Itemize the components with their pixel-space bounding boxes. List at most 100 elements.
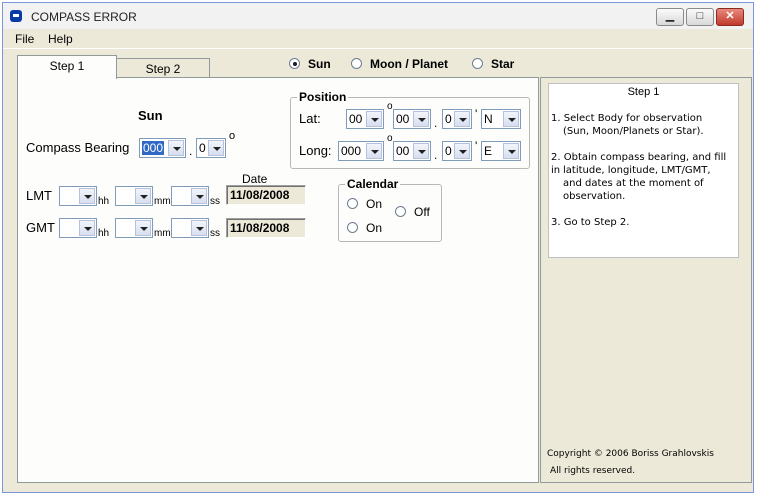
long-hemisphere-select[interactable]: E	[481, 141, 521, 161]
calendar-lmt-on-radio[interactable]: On	[347, 197, 382, 211]
window-title: COMPASS ERROR	[31, 10, 137, 24]
chevron-down-icon	[208, 140, 224, 156]
calendar-lmt-on-dot	[347, 198, 358, 209]
long-label: Long:	[299, 143, 332, 158]
chevron-down-icon	[191, 188, 207, 204]
rights-text: All rights reserved.	[550, 466, 636, 476]
close-button[interactable]: ✕	[716, 8, 744, 26]
calendar-off-radio[interactable]: Off	[395, 205, 430, 219]
long-minutes-value: 00	[396, 144, 410, 158]
radio-sun-dot	[289, 58, 300, 69]
lmt-hh-unit: hh	[98, 196, 110, 207]
lmt-hours-select[interactable]	[59, 186, 97, 206]
gmt-seconds-select[interactable]	[171, 218, 209, 238]
step1-panel: Sun Compass Bearing 000 . 0 o Position L…	[17, 77, 539, 483]
chevron-down-icon	[366, 143, 382, 159]
long-hemisphere-value: E	[484, 144, 493, 158]
radio-star-label: Star	[491, 57, 515, 71]
lmt-date-field[interactable]: 11/08/2008	[226, 185, 306, 205]
lat-minutes-value: 00	[396, 112, 410, 126]
calendar-off-dot	[395, 206, 406, 217]
radio-sun[interactable]: Sun	[289, 57, 331, 71]
lmt-ss-unit: ss	[210, 196, 220, 207]
long-minutes-select[interactable]: 00	[393, 141, 431, 161]
calendar-group-title: Calendar	[345, 177, 401, 191]
compass-tenths-select[interactable]: 0	[196, 138, 226, 158]
chevron-down-icon	[79, 220, 95, 236]
chevron-down-icon	[191, 220, 207, 236]
help-item-2-line4: observation.	[563, 191, 626, 202]
menu-file[interactable]: File	[15, 32, 34, 46]
long-degrees-select[interactable]: 000	[338, 141, 384, 161]
app-window: COMPASS ERROR ▁ □ ✕ File Help Step 1 Ste…	[2, 2, 754, 493]
lmt-label: LMT	[26, 188, 52, 203]
minimize-button[interactable]: ▁	[656, 8, 684, 26]
gmt-minutes-select[interactable]	[115, 218, 153, 238]
gmt-date-field[interactable]: 11/08/2008	[226, 218, 306, 238]
long-separator: .	[434, 148, 438, 162]
maximize-button[interactable]: □	[686, 8, 714, 26]
long-minute-symbol: '	[475, 139, 478, 153]
chevron-down-icon	[503, 111, 519, 127]
radio-moon-dot	[351, 58, 362, 69]
calendar-gmt-on-radio[interactable]: On	[347, 221, 382, 235]
radio-star-dot	[472, 58, 483, 69]
radio-moon-planet[interactable]: Moon / Planet	[351, 57, 448, 71]
radio-sun-label: Sun	[308, 57, 331, 71]
lat-minute-symbol: '	[475, 107, 478, 121]
long-degrees-value: 000	[341, 144, 362, 158]
lmt-seconds-select[interactable]	[171, 186, 209, 206]
lmt-mm-unit: mm	[154, 196, 171, 207]
calendar-off-label: Off	[414, 205, 430, 219]
compass-app-icon	[10, 10, 22, 22]
compass-degrees-select[interactable]: 000	[139, 138, 186, 158]
calendar-gmt-on-dot	[347, 222, 358, 233]
chevron-down-icon	[413, 143, 429, 159]
calendar-group: Calendar On Off On	[338, 177, 442, 242]
lat-hemisphere-select[interactable]: N	[481, 109, 521, 129]
long-degree-symbol: o	[387, 133, 393, 144]
compass-degrees-value: 000	[142, 141, 165, 155]
help-item-2-line3: and dates at the moment of	[563, 178, 704, 189]
compass-bearing-label: Compass Bearing	[26, 140, 130, 155]
lat-label: Lat:	[299, 111, 321, 126]
long-tenths-select[interactable]: 0	[442, 141, 472, 161]
copyright-text: Copyright © 2006 Boriss Grahlovskis	[547, 449, 714, 459]
compass-separator: .	[189, 144, 193, 158]
radio-moon-label: Moon / Planet	[370, 57, 448, 71]
lat-minutes-select[interactable]: 00	[393, 109, 431, 129]
date-header: Date	[242, 172, 268, 186]
help-title: Step 1	[627, 86, 660, 98]
lat-hemisphere-value: N	[484, 112, 493, 126]
lmt-minutes-select[interactable]	[115, 186, 153, 206]
long-tenths-value: 0	[445, 144, 452, 158]
chevron-down-icon	[79, 188, 95, 204]
gmt-label: GMT	[26, 220, 55, 235]
gmt-mm-unit: mm	[154, 228, 171, 239]
chevron-down-icon	[366, 111, 382, 127]
lat-tenths-select[interactable]: 0	[442, 109, 472, 129]
help-box: Step 1 1. Select Body for observation (S…	[548, 83, 739, 258]
tab-step-1[interactable]: Step 1	[17, 55, 117, 79]
gmt-hh-unit: hh	[98, 228, 110, 239]
lat-degree-symbol: o	[387, 101, 393, 112]
position-group: Position Lat: 00 o 00 . 0 ' N Long: 000 …	[290, 90, 530, 169]
chevron-down-icon	[413, 111, 429, 127]
chevron-down-icon	[454, 143, 470, 159]
lat-separator: .	[434, 116, 438, 130]
lat-degrees-select[interactable]: 00	[346, 109, 384, 129]
help-item-1-detail: (Sun, Moon/Planets or Star).	[563, 126, 704, 137]
position-group-title: Position	[297, 90, 349, 104]
lat-tenths-value: 0	[445, 112, 452, 126]
help-panel: Step 1 1. Select Body for observation (S…	[540, 77, 752, 483]
help-item-3: 3. Go to Step 2.	[551, 217, 630, 228]
chevron-down-icon	[135, 188, 151, 204]
radio-star[interactable]: Star	[472, 57, 514, 71]
help-item-2-line2: latitude, longitude, LMT/GMT,	[563, 165, 711, 176]
chevron-down-icon	[503, 143, 519, 159]
title-bar[interactable]: COMPASS ERROR ▁ □ ✕	[3, 3, 753, 29]
chevron-down-icon	[454, 111, 470, 127]
degree-symbol: o	[229, 130, 236, 142]
gmt-hours-select[interactable]	[59, 218, 97, 238]
menu-help[interactable]: Help	[48, 32, 73, 46]
